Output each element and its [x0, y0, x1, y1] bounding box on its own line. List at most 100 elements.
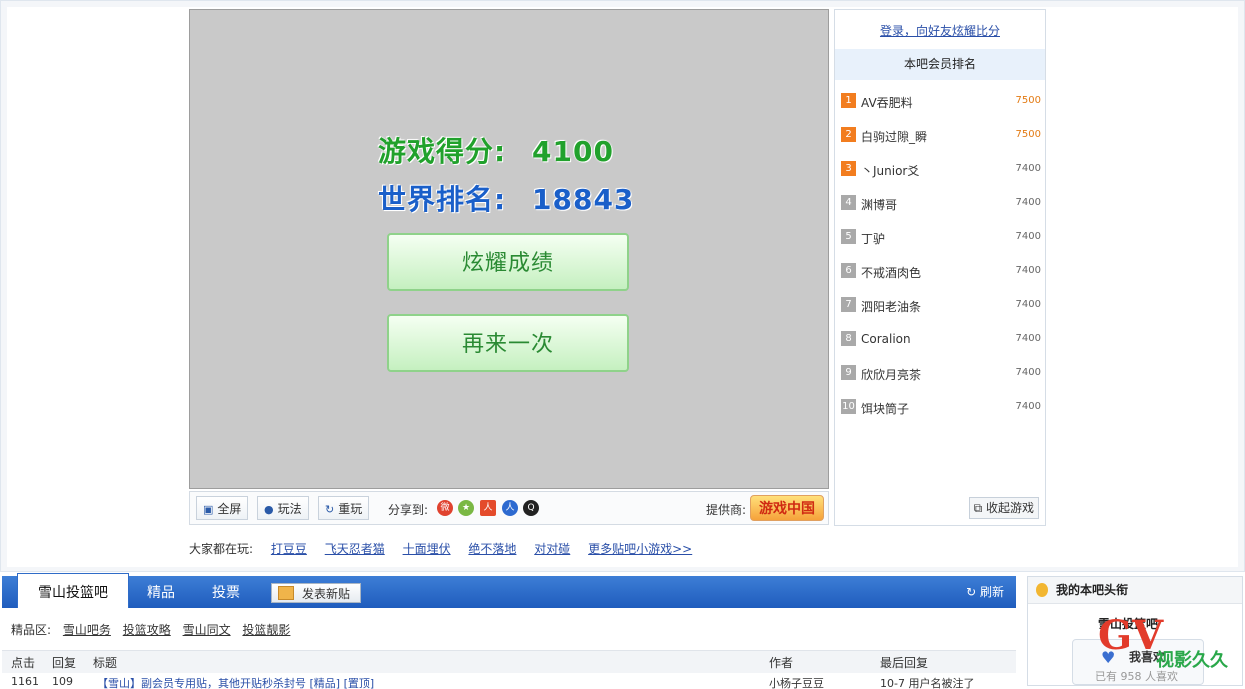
- tab-jingpin[interactable]: 精品: [147, 576, 175, 608]
- game-link[interactable]: 对对碰: [534, 542, 570, 556]
- new-post-button[interactable]: 发表新贴: [271, 583, 361, 603]
- forum-tab-bar: 雪山投篮吧 精品 投票 发表新贴 ↻ 刷新: [2, 573, 1016, 608]
- collapse-icon: ⧉: [973, 501, 986, 515]
- rank-number: 8: [841, 331, 856, 346]
- widget-title: 我的本吧头衔: [1056, 583, 1129, 597]
- jingpin-link[interactable]: 雪山同文: [183, 623, 231, 637]
- retry-button[interactable]: 再来一次: [387, 314, 629, 372]
- row-replies: 109: [52, 675, 73, 688]
- edit-icon: [278, 586, 294, 600]
- renren-icon[interactable]: 人: [480, 500, 496, 516]
- more-games-link[interactable]: 更多贴吧小游戏>>: [588, 542, 692, 556]
- ranking-item: 2 白驹过隙_瞬 7500: [841, 127, 1041, 145]
- row-title[interactable]: 【雪山】副会员专用贴，其他开贴秒杀封号 [精品] [置顶]: [97, 675, 374, 689]
- rank-name[interactable]: 丁驴: [861, 230, 885, 247]
- rank-name[interactable]: 泗阳老油条: [861, 298, 921, 315]
- rank-score: 7400: [1015, 197, 1041, 208]
- rank-number: 4: [841, 195, 856, 210]
- collapse-game-button[interactable]: ⧉ 收起游戏: [968, 497, 1039, 519]
- game-link[interactable]: 绝不落地: [468, 542, 516, 556]
- col-clicks: 点击: [11, 656, 36, 670]
- ranking-item: 3 丶Junior爻 7400: [841, 161, 1041, 179]
- bulb-icon: ●: [264, 503, 274, 516]
- game-link[interactable]: 打豆豆: [271, 542, 307, 556]
- game-link[interactable]: 飞天忍者猫: [325, 542, 385, 556]
- ranking-item: 4 渊博哥 7400: [841, 195, 1041, 213]
- rank-score: 7400: [1015, 265, 1041, 276]
- thread-table-header: 点击 回复 标题 作者 最后回复: [2, 650, 1016, 673]
- row-last-reply: 10-7 用户名被注了: [880, 677, 975, 689]
- tab-forum-home[interactable]: 雪山投篮吧: [17, 573, 129, 608]
- game-toolbar: ▣ 全屏 ● 玩法 ↻ 重玩 分享到: 微 ★ 人 人 Q 提供商: 游戏中国: [189, 491, 829, 525]
- rank-name[interactable]: 白驹过隙_瞬: [861, 128, 927, 145]
- game-canvas[interactable]: 游戏得分: 4100 世界排名: 18843 炫耀成绩 再来一次: [189, 9, 829, 489]
- qzone-icon[interactable]: ★: [458, 500, 474, 516]
- row-author[interactable]: 小杨子豆豆: [769, 675, 824, 689]
- medal-icon: [1036, 583, 1048, 597]
- howto-button[interactable]: ● 玩法: [257, 496, 309, 520]
- watermark-logo: GV: [1098, 612, 1164, 659]
- rank-name[interactable]: Coralion: [861, 332, 911, 346]
- show-score-button[interactable]: 炫耀成绩: [387, 233, 629, 291]
- fullscreen-icon: ▣: [203, 503, 214, 516]
- login-link[interactable]: 登录，向好友炫耀比分: [880, 24, 1000, 38]
- qq-icon[interactable]: Q: [523, 500, 539, 516]
- col-last-reply: 最后回复: [880, 656, 929, 670]
- ranking-item: 10 饵块筒子 7400: [841, 399, 1041, 417]
- collapse-label: 收起游戏: [985, 501, 1034, 515]
- rank-name[interactable]: 欣欣月亮茶: [861, 366, 921, 383]
- refresh-button[interactable]: ↻ 刷新: [966, 576, 1004, 608]
- refresh-label: 刷新: [979, 585, 1004, 599]
- ranking-item: 1 AV吞肥料 7500: [841, 93, 1041, 111]
- rank-name[interactable]: 渊博哥: [861, 196, 897, 213]
- row-clicks: 1161: [11, 675, 39, 688]
- table-row[interactable]: 1161 109 【雪山】副会员专用贴，其他开贴秒杀封号 [精品] [置顶] 小…: [2, 675, 1016, 689]
- weibo-icon[interactable]: 微: [437, 500, 453, 516]
- col-author: 作者: [769, 656, 794, 670]
- share-label: 分享到:: [388, 503, 429, 517]
- rank-score: 7500: [1015, 129, 1041, 140]
- rank-score: 7400: [1015, 163, 1041, 174]
- login-row: 登录，向好友炫耀比分: [835, 10, 1045, 42]
- replay-icon: ↻: [325, 503, 335, 516]
- ranking-item: 7 泗阳老油条 7400: [841, 297, 1041, 315]
- replay-button[interactable]: ↻ 重玩: [318, 496, 370, 520]
- rank-name[interactable]: 丶Junior爻: [861, 162, 919, 179]
- watermark-text: 视影久久: [1156, 650, 1228, 671]
- rank-number: 6: [841, 263, 856, 278]
- refresh-icon: ↻: [966, 585, 980, 599]
- ranking-item: 5 丁驴 7400: [841, 229, 1041, 247]
- jingpin-link[interactable]: 投篮攻略: [123, 623, 171, 637]
- rank-name[interactable]: 不戒酒肉色: [861, 264, 921, 281]
- rank-score: 7500: [1015, 95, 1041, 106]
- score-line: 游戏得分: 4100: [378, 130, 614, 170]
- new-post-label: 发表新贴: [302, 587, 351, 601]
- rank-number: 3: [841, 161, 856, 176]
- jingpin-area: 精品区: 雪山吧务 投篮攻略 雪山同文 投篮靓影: [11, 621, 290, 638]
- score-label: 游戏得分:: [378, 135, 507, 168]
- provider-label: 提供商:: [706, 503, 747, 517]
- rank-score: 7400: [1015, 333, 1041, 344]
- rank-name[interactable]: 饵块筒子: [861, 400, 909, 417]
- game-link[interactable]: 十面埋伏: [403, 542, 451, 556]
- tab-vote[interactable]: 投票: [212, 576, 240, 608]
- world-rank-label: 世界排名:: [378, 183, 507, 216]
- rank-name[interactable]: AV吞肥料: [861, 94, 913, 111]
- fullscreen-button[interactable]: ▣ 全屏: [196, 496, 249, 520]
- world-rank-value: 18843: [532, 183, 635, 216]
- world-rank-line: 世界排名: 18843: [378, 178, 634, 218]
- rank-number: 1: [841, 93, 856, 108]
- rank-score: 7400: [1015, 231, 1041, 242]
- provider-logo[interactable]: 游戏中国: [750, 495, 824, 521]
- replay-label: 重玩: [338, 502, 363, 516]
- kaixin-icon[interactable]: 人: [502, 500, 518, 516]
- popular-games: 大家都在玩: 打豆豆 飞天忍者猫 十面埋伏 绝不落地 对对碰 更多贴吧小游戏>>: [189, 540, 692, 557]
- rank-number: 9: [841, 365, 856, 380]
- jingpin-link[interactable]: 投篮靓影: [242, 623, 290, 637]
- widget-header: 我的本吧头衔: [1028, 577, 1242, 604]
- howto-label: 玩法: [277, 502, 302, 516]
- rank-number: 7: [841, 297, 856, 312]
- rank-number: 10: [841, 399, 856, 414]
- rank-score: 7400: [1015, 401, 1041, 412]
- jingpin-link[interactable]: 雪山吧务: [63, 623, 111, 637]
